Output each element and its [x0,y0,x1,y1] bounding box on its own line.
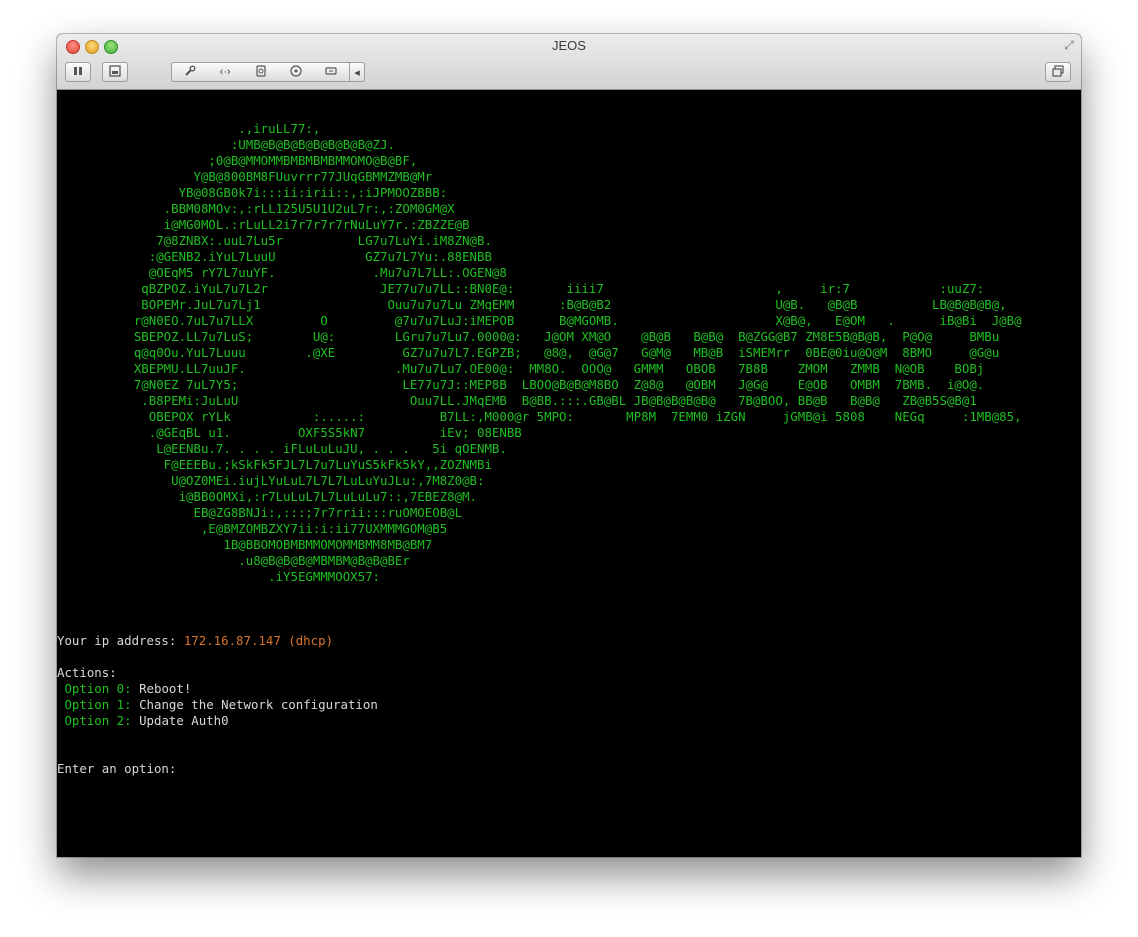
ascii-art-line: i@MG0MOL.:rLuLL2i7r7r7r7rNuLuY7r.:ZBZZE@… [163,217,470,232]
ascii-art-line: q@q0Ou.YuL7Luuu .@XE GZ7u7u7L7.EGPZB; @8… [133,345,1000,360]
title-bar: JEOS ⤢ ‹·› ◂ [57,34,1081,90]
ascii-art-line: ;0@B@MMOMMBMBMBMBMMOMO@B@BF, [208,153,418,168]
ascii-art-line: 7@8ZNBX:.uuL7Lu5r LG7u7LuYi.iM8ZN@B. [156,233,492,248]
ascii-art-line: r@N0EO.7uL7u7LLX O @7u7u7LuJ:iMEPOB B@MG… [133,313,1022,328]
ascii-art-line: L@EENBu.7. . . . iFLuLuLuJU, . . . 5i qO… [156,441,507,456]
ascii-art-line: .B8PEMi:JuLuU Ouu7LL.JMqEMB B@BB.:::.GB@… [141,393,977,408]
option-line-0: Option 0: Reboot! [57,681,191,697]
ip-label: Your ip address: [57,633,177,648]
window-title: JEOS [552,38,586,53]
fullscreen-icon[interactable]: ⤢ [1062,38,1076,52]
ascii-art-line: :@GENB2.iYuL7LuuU GZ7u7L7Yu:.88ENBB [148,249,492,264]
ascii-art-line: i@BB0OMXi,:r7LuLuL7L7LuLuLu7::,7EBEZ8@M. [178,489,477,504]
ascii-art-line: .iY5EGMMMOOX57: [268,569,381,584]
view-mode-button[interactable] [1045,62,1071,82]
ascii-art-line: BOPEMr.JuL7u7Lj1 Ouu7u7u7Lu ZMqEMM :B@B@… [141,297,1007,312]
network-arrows-icon: ‹·› [219,66,231,78]
window-restore-icon [1052,64,1064,80]
ascii-art-line: .@GEqBL u1. OXF5S5kN7 iEv; 08ENBB [148,425,522,440]
ascii-art-line: qBZPOZ.iYuL7u7L2r JE77u7u7LL::BN0E@: iii… [141,281,985,296]
ascii-art-line: ,E@BMZOMBZXY7ii:i:ii77UXMMMGOM@B5 [200,521,448,536]
toolbar-collapse-button[interactable]: ◂ [349,63,364,81]
ascii-art-line: Y@B@800BM8FUuvrrr77JUqGBMMZMB@Mr [193,169,433,184]
cd-drive-icon [290,64,302,80]
hard-disk-icon [255,64,267,80]
ascii-art-line: .BBM08MOv:,:rLL125U5U1U2uL7r:,:ZOM0GM@X [163,201,455,216]
ascii-art-line: 1B@BBOMOBMBMMOMOMMBMM8MB@BM7 [223,537,433,552]
snapshot-button[interactable] [102,62,128,82]
settings-button[interactable] [172,63,207,81]
option-line-2: Option 2: Update Auth0 [57,713,229,729]
usb-icon [325,65,337,80]
option-line-1: Option 1: Change the Network configurati… [57,697,378,713]
option-label: Update Auth0 [139,713,229,728]
option-key: Option 2: [64,713,132,728]
cd-drive-button[interactable] [278,63,313,81]
ip-value: 172.16.87.147 (dhcp) [183,633,334,648]
ascii-art-line: 7@N0EZ 7uL7Y5; LE77u7J::MEP8B LBOO@B@B@M… [133,377,985,392]
hard-disk-button[interactable] [243,63,278,81]
wrench-icon [184,65,196,80]
ascii-art-logo: .,iruLL77:, :UMB@B@B@B@B@B@B@B@ZJ. ;0@B@… [104,121,1022,585]
vm-window: JEOS ⤢ ‹·› ◂ .,iruLL77:,:UMB@B@B@B@B@B@… [57,34,1081,857]
ascii-art-line: OBEPOX rYLk :.....: B7LL:,M000@r 5MPO: M… [148,409,1022,424]
option-key: Option 0: [64,681,132,696]
ascii-art-line: @OEqM5 rY7L7uuYF. .Mu7u7L7LL:.OGEN@8 [148,265,507,280]
ascii-art-line: .u8@B@B@B@MBMBM@B@B@BEr [238,553,410,568]
ascii-art-line: EB@ZG8BNJi:,:::;7r7rrii:::ruOMOEOB@L [193,505,463,520]
option-label: Change the Network configuration [139,697,378,712]
pause-button[interactable] [65,62,91,82]
snapshot-icon [109,64,121,80]
usb-button[interactable] [314,63,349,81]
ascii-art-line: :UMB@B@B@B@B@B@B@B@ZJ. [230,137,395,152]
device-toolbar: ‹·› ◂ [171,62,365,82]
actions-label: Actions: [57,665,117,680]
ascii-art-line: .,iruLL77:, [238,121,321,136]
network-button[interactable]: ‹·› [207,63,242,81]
option-label: Reboot! [139,681,192,696]
ascii-art-line: SBEPOZ.LL7u7LuS; U@: LGru7u7Lu7.0000@: J… [133,329,1000,344]
ascii-art-line: F@EEEBu.;kSkFk5FJL7L7u7LuYuS5kFk5kY,,ZOZ… [163,457,492,472]
option-prompt[interactable]: Enter an option: [57,761,176,777]
ascii-art-line: YB@08GB0k7i:::ii:irii::,:iJPMOOZBBB: [178,185,448,200]
vm-console[interactable]: .,iruLL77:, :UMB@B@B@B@B@B@B@B@ZJ. ;0@B@… [57,90,1081,857]
ascii-art-line: U@OZ0MEi.iujLYuLuL7L7L7LuLuYuJLu:,7M8Z0@… [171,473,485,488]
ip-address-line: Your ip address: 172.16.87.147 (dhcp) [57,633,333,649]
pause-icon [73,66,83,79]
chevron-left-icon: ◂ [354,66,360,79]
option-key: Option 1: [64,697,132,712]
ascii-art-line: XBEPMU.LL7uuJF. .Mu7u7Lu7.OE00@: MM8O. O… [133,361,985,376]
